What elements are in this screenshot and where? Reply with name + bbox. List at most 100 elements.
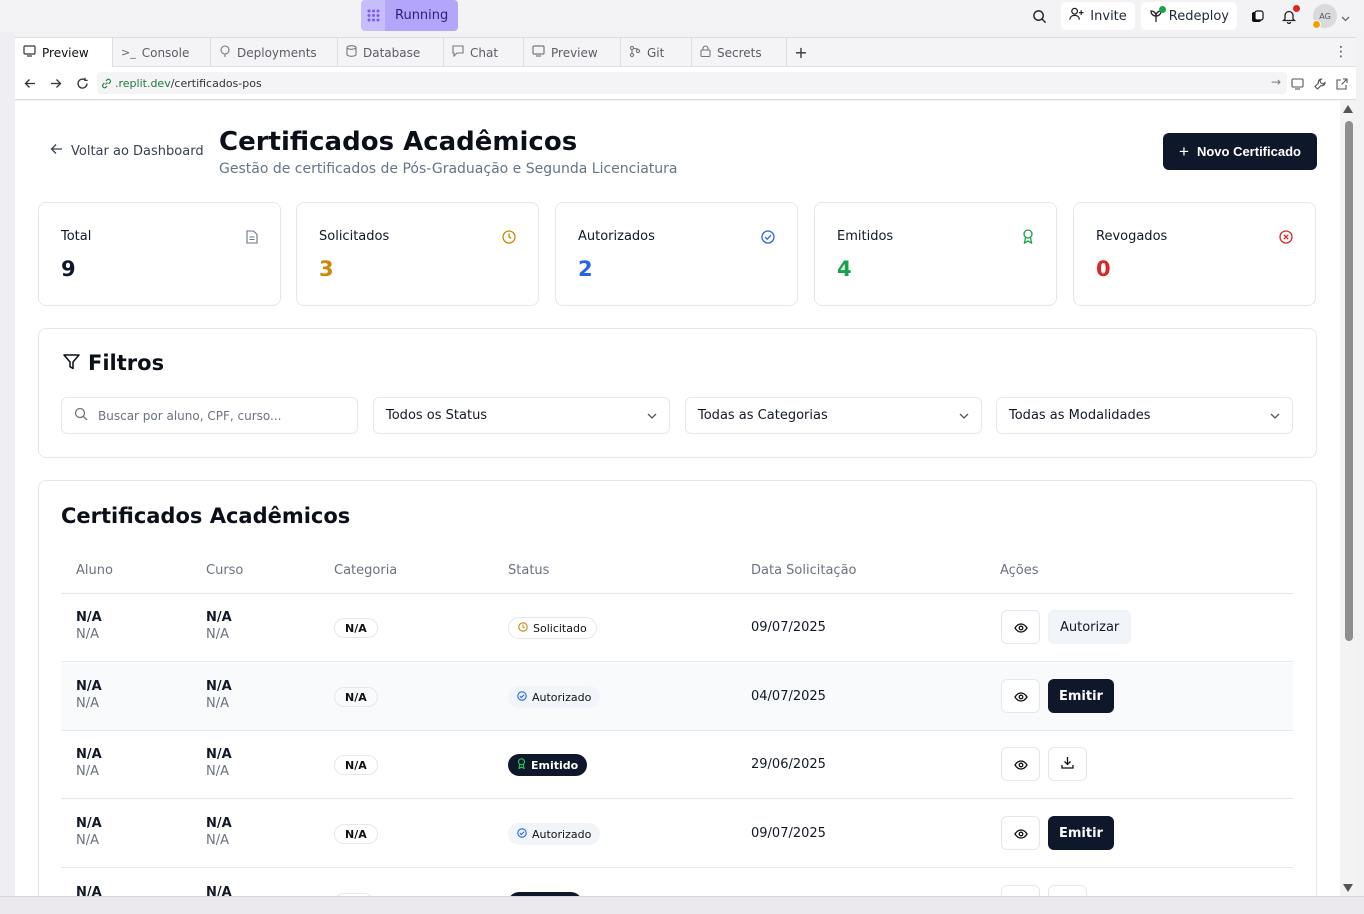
stat-card-autorizados: Autorizados 2 xyxy=(555,202,798,306)
preview-icon xyxy=(23,45,36,60)
tab-chat[interactable]: Chat xyxy=(444,38,524,67)
avatar: AG xyxy=(1312,4,1337,29)
eye-icon xyxy=(1013,755,1028,774)
request-date: 09/07/2025 xyxy=(751,620,826,635)
chevron-down-icon xyxy=(647,408,657,423)
view-button[interactable] xyxy=(1001,885,1040,896)
status-label: Autorizado xyxy=(532,827,592,841)
external-link-icon[interactable] xyxy=(1336,75,1348,94)
view-button[interactable] xyxy=(1001,816,1040,850)
course-detail: N/A xyxy=(206,833,229,848)
stat-label: Total xyxy=(61,229,92,244)
invite-button[interactable]: Invite xyxy=(1061,2,1135,30)
course-detail: N/A xyxy=(206,627,229,642)
filters-card xyxy=(38,328,1317,458)
student-name: N/A xyxy=(76,816,102,831)
scroll-up-arrow-icon[interactable] xyxy=(1343,105,1353,113)
column-header-aluno[interactable]: Aluno xyxy=(76,563,113,578)
status-select-value: Todos os Status xyxy=(386,408,488,423)
stat-label: Emitidos xyxy=(837,229,894,244)
status-label: Autorizado xyxy=(532,690,592,704)
notification-dot xyxy=(1293,5,1300,12)
check-circle-icon xyxy=(517,690,527,704)
category-badge: N/A xyxy=(334,824,378,844)
status-label: Solicitado xyxy=(533,621,587,635)
modality-select[interactable]: Todas as Modalidades xyxy=(996,397,1293,434)
student-detail: N/A xyxy=(76,627,99,642)
reload-icon[interactable] xyxy=(69,70,95,96)
table-row: N/A N/A N/A N/A N/A Autorizado 09/07/2025 … xyxy=(61,800,1293,868)
student-detail: N/A xyxy=(76,764,99,779)
plus-icon: + xyxy=(1179,141,1189,161)
tab-label: Chat xyxy=(470,45,499,60)
student-detail: N/A xyxy=(76,696,99,711)
run-status-button[interactable]: Running xyxy=(361,0,459,31)
tab-preview[interactable]: Preview xyxy=(15,38,113,67)
tab-label: Preview xyxy=(42,45,89,60)
search-field[interactable] xyxy=(61,397,358,434)
download-button[interactable] xyxy=(1048,885,1087,896)
page-scrollbar[interactable] xyxy=(1340,101,1356,896)
new-certificate-button[interactable]: + Novo Certificado xyxy=(1163,133,1317,170)
stat-card-revogados: Revogados 0 xyxy=(1073,202,1316,306)
category-select-value: Todas as Categorias xyxy=(698,408,828,423)
scrollbar-thumb[interactable] xyxy=(1345,121,1353,641)
course-name: N/A xyxy=(206,679,232,694)
download-button[interactable] xyxy=(1048,747,1087,781)
tab-label: Preview xyxy=(551,45,598,60)
go-arrow-icon[interactable]: → xyxy=(1271,75,1281,89)
chevron-down-icon xyxy=(959,408,969,423)
view-button[interactable] xyxy=(1001,679,1040,713)
filters-title-label: Filtros xyxy=(88,351,165,375)
panels-icon[interactable] xyxy=(1243,2,1271,30)
tab-deployments[interactable]: Deployments xyxy=(211,38,338,67)
search-icon[interactable] xyxy=(1025,2,1053,30)
issue-button[interactable]: Emitir xyxy=(1048,679,1114,713)
search-input[interactable] xyxy=(98,408,338,423)
column-header-data[interactable]: Data Solicitação xyxy=(751,563,857,578)
view-button[interactable] xyxy=(1001,610,1040,644)
device-icon[interactable] xyxy=(1291,75,1304,94)
forward-arrow-icon[interactable] xyxy=(43,70,69,96)
table-title: Certificados Acadêmicos xyxy=(61,504,351,528)
tab-label: Database xyxy=(363,45,421,60)
tab-git[interactable]: Git xyxy=(621,38,692,67)
course-name: N/A xyxy=(206,816,232,831)
tab-secrets[interactable]: Secrets xyxy=(692,38,787,67)
tab-label: Secrets xyxy=(717,45,762,60)
issue-button[interactable]: Emitir xyxy=(1048,816,1114,850)
back-to-dashboard-link[interactable]: Voltar ao Dashboard xyxy=(50,143,204,159)
add-tab-button[interactable]: + xyxy=(787,38,815,66)
clock-icon xyxy=(518,621,528,635)
bell-icon[interactable] xyxy=(1275,2,1303,30)
stat-value: 2 xyxy=(578,257,593,281)
console-icon: >_ xyxy=(121,46,136,59)
url-field[interactable]: .replit.dev/certificados-pos → xyxy=(97,72,1287,94)
column-header-status[interactable]: Status xyxy=(508,563,549,578)
table-row: N/A N/A N/A N/A N/A Solicitado 09/07/2025 … xyxy=(61,594,1293,662)
tab-preview-2[interactable]: Preview xyxy=(524,38,621,67)
stat-value: 0 xyxy=(1096,257,1111,281)
category-select[interactable]: Todas as Categorias xyxy=(685,397,982,434)
check-circle-icon xyxy=(761,229,775,248)
view-button[interactable] xyxy=(1001,747,1040,781)
redeploy-button[interactable]: Redeploy xyxy=(1140,2,1237,30)
wrench-icon[interactable] xyxy=(1314,75,1326,94)
course-name: N/A xyxy=(206,747,232,762)
search-icon xyxy=(74,406,88,425)
authorize-button[interactable]: Autorizar xyxy=(1048,610,1132,644)
scroll-down-arrow-icon[interactable] xyxy=(1343,884,1353,892)
student-name: N/A xyxy=(76,885,102,896)
column-header-categoria[interactable]: Categoria xyxy=(334,563,397,578)
filters-title: Filtros xyxy=(63,351,164,375)
status-badge: Autorizado xyxy=(508,823,601,845)
arrow-left-icon xyxy=(50,143,63,159)
account-menu[interactable]: AG xyxy=(1312,4,1350,29)
tab-database[interactable]: Database xyxy=(338,38,444,67)
more-vertical-icon[interactable]: ⋮ xyxy=(1334,44,1348,60)
status-select[interactable]: Todos os Status xyxy=(373,397,670,434)
page-subtitle: Gestão de certificados de Pós-Graduação … xyxy=(219,161,678,177)
column-header-curso[interactable]: Curso xyxy=(206,563,243,578)
tab-console[interactable]: >_ Console xyxy=(113,38,211,67)
back-arrow-icon[interactable] xyxy=(17,70,43,96)
